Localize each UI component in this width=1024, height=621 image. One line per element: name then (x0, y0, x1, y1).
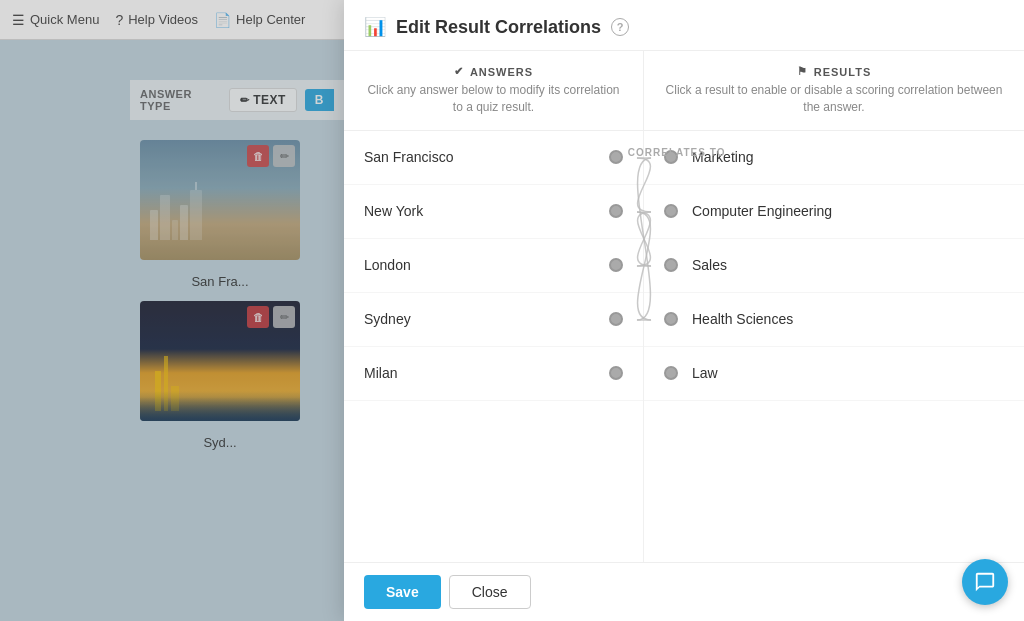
answer-label-mil: Milan (364, 365, 397, 381)
edit-correlations-modal: 📊 Edit Result Correlations ? ✔ ANSWERS C… (344, 0, 1024, 621)
results-list: Marketing Computer Engineering Sales Hea… (644, 131, 1024, 562)
modal-footer: Save Close (344, 562, 1024, 621)
answer-label-sf: San Francisco (364, 149, 453, 165)
close-button[interactable]: Close (449, 575, 531, 609)
answers-column-header: ✔ ANSWERS Click any answer below to modi… (344, 51, 644, 130)
modal-header: 📊 Edit Result Correlations ? (344, 0, 1024, 51)
columns-header: ✔ ANSWERS Click any answer below to modi… (344, 51, 1024, 131)
chat-button[interactable] (962, 559, 1008, 605)
answer-label-ny: New York (364, 203, 423, 219)
result-row-mkt[interactable]: Marketing (644, 131, 1024, 185)
dot-sf (609, 150, 623, 164)
modal-title: Edit Result Correlations (396, 17, 601, 38)
modal-body: ✔ ANSWERS Click any answer below to modi… (344, 51, 1024, 562)
answer-label-lon: London (364, 257, 411, 273)
chat-icon (974, 571, 996, 593)
result-label-ce: Computer Engineering (692, 203, 832, 219)
answers-col-desc: Click any answer below to modify its cor… (364, 82, 623, 116)
dot-mil (609, 366, 623, 380)
result-row-hs[interactable]: Health Sciences (644, 293, 1024, 347)
results-col-desc: Click a result to enable or disable a sc… (664, 82, 1004, 116)
checkmark-icon: ✔ (454, 65, 464, 78)
save-button[interactable]: Save (364, 575, 441, 609)
result-row-sal[interactable]: Sales (644, 239, 1024, 293)
flag-icon: ⚑ (797, 65, 808, 78)
result-label-law: Law (692, 365, 718, 381)
result-row-ce[interactable]: Computer Engineering (644, 185, 1024, 239)
dot-result-law (664, 366, 678, 380)
help-icon-button[interactable]: ? (611, 18, 629, 36)
answer-row-sf[interactable]: San Francisco (344, 131, 643, 185)
correlation-area: CORRELATES TO → San Francisco New York L… (344, 131, 1024, 562)
dot-syd (609, 312, 623, 326)
answer-row-mil[interactable]: Milan (344, 347, 643, 401)
dot-result-ce (664, 204, 678, 218)
result-label-hs: Health Sciences (692, 311, 793, 327)
answers-col-label: ✔ ANSWERS (364, 65, 623, 78)
dot-result-hs (664, 312, 678, 326)
results-col-label: ⚑ RESULTS (664, 65, 1004, 78)
dot-result-sal (664, 258, 678, 272)
answers-list: San Francisco New York London Sydney Mil… (344, 131, 644, 562)
answer-row-lon[interactable]: London (344, 239, 643, 293)
correlates-to-label: CORRELATES TO → (628, 147, 740, 158)
results-column-header: ⚑ RESULTS Click a result to enable or di… (644, 51, 1024, 130)
answer-row-ny[interactable]: New York (344, 185, 643, 239)
result-label-sal: Sales (692, 257, 727, 273)
answer-row-syd[interactable]: Sydney (344, 293, 643, 347)
result-row-law[interactable]: Law (644, 347, 1024, 401)
dot-ny (609, 204, 623, 218)
dot-lon (609, 258, 623, 272)
modal-title-icon: 📊 (364, 16, 386, 38)
answer-label-syd: Sydney (364, 311, 411, 327)
